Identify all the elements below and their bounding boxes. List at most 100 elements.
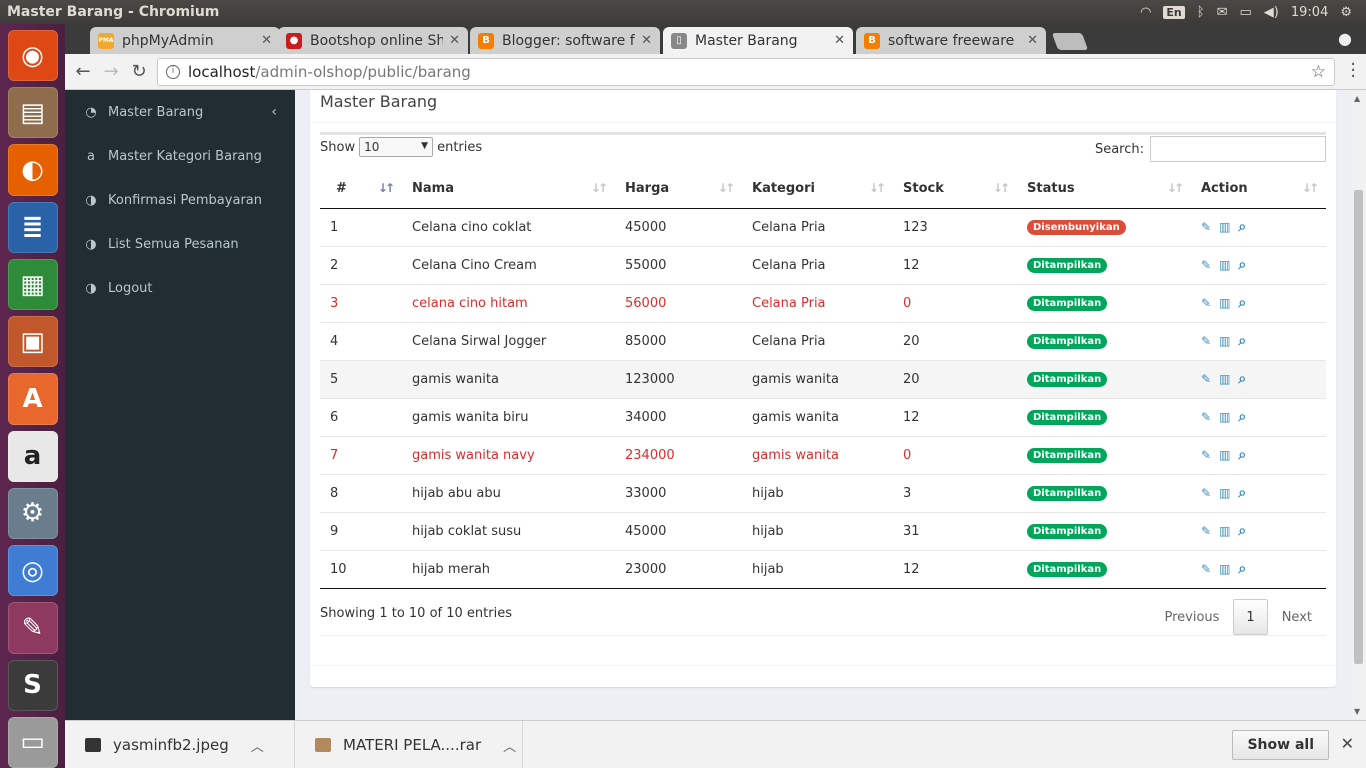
battery-icon[interactable]: ▭ bbox=[1240, 5, 1252, 20]
new-tab-button[interactable] bbox=[1051, 33, 1089, 50]
sidebar-item-konfirmasi[interactable]: ◑ Konfirmasi Pembayaran bbox=[65, 178, 295, 222]
edit-icon[interactable]: ✎ bbox=[1201, 524, 1211, 538]
close-icon[interactable]: ✕ bbox=[261, 33, 272, 48]
column-header[interactable]: Stock ↓↑ bbox=[893, 170, 1017, 209]
sidebar-item-master-barang[interactable]: ◔ Master Barang ‹ bbox=[65, 90, 295, 134]
trash-icon[interactable]: ▥ bbox=[1219, 220, 1230, 234]
edit-icon[interactable]: ✎ bbox=[1201, 486, 1211, 500]
edit-icon[interactable]: ✎ bbox=[1201, 296, 1211, 310]
show-all-downloads-button[interactable]: Show all bbox=[1232, 730, 1329, 760]
trash-icon[interactable]: ▥ bbox=[1219, 524, 1230, 538]
close-icon[interactable]: ✕ bbox=[641, 33, 652, 48]
search-icon[interactable]: ⌕ bbox=[1238, 295, 1246, 311]
entries-length-select[interactable]: 10 ▼ bbox=[359, 137, 434, 157]
scrollbar-thumb[interactable] bbox=[1354, 190, 1363, 664]
trash-icon[interactable]: ▥ bbox=[1219, 486, 1230, 500]
files-icon[interactable]: ▤ bbox=[7, 87, 58, 139]
bluetooth-icon[interactable]: ᛒ bbox=[1197, 5, 1205, 20]
tab-5[interactable]: Bsoftware freeware ✕ bbox=[856, 27, 1046, 54]
edit-icon[interactable]: ✎ bbox=[1201, 258, 1211, 272]
firefox-icon[interactable]: ◐ bbox=[7, 144, 58, 196]
download-item[interactable]: yasminfb2.jpeg ︿ bbox=[65, 721, 295, 768]
bookmark-star-icon[interactable]: ☆ bbox=[1311, 62, 1326, 82]
ubuntu-dash-icon[interactable]: ◉ bbox=[7, 30, 58, 82]
search-icon[interactable]: ⌕ bbox=[1238, 371, 1246, 387]
sidebar-item-list-pesanan[interactable]: ◑ List Semua Pesanan bbox=[65, 222, 295, 266]
amazon-icon[interactable]: a bbox=[7, 430, 58, 482]
close-icon[interactable]: ✕ bbox=[1341, 734, 1354, 753]
impress-icon[interactable]: ▣ bbox=[7, 316, 58, 368]
mail-icon[interactable]: ✉ bbox=[1217, 5, 1228, 20]
edit-icon[interactable]: ✎ bbox=[1201, 220, 1211, 234]
chevron-up-icon[interactable]: ︿ bbox=[503, 736, 516, 755]
edit-icon[interactable]: ✎ bbox=[1201, 334, 1211, 348]
address-bar[interactable]: i localhost/admin-olshop/public/barang ☆ bbox=[157, 58, 1335, 86]
edit-icon[interactable]: ✎ bbox=[1201, 562, 1211, 576]
scroll-down-icon[interactable]: ▼ bbox=[1354, 707, 1360, 716]
search-icon[interactable]: ⌕ bbox=[1238, 523, 1246, 539]
search-icon[interactable]: ⌕ bbox=[1238, 561, 1246, 577]
trash-icon[interactable]: ▥ bbox=[1219, 410, 1230, 424]
writer-icon[interactable]: ≣ bbox=[7, 201, 58, 253]
reload-icon[interactable]: ↻ bbox=[125, 61, 153, 82]
site-info-icon[interactable]: i bbox=[166, 65, 180, 79]
tab-4[interactable]: ▯ Master Barang ✕ bbox=[663, 27, 853, 54]
next-page-button[interactable]: Next bbox=[1268, 599, 1326, 635]
app-icon[interactable]: ✎ bbox=[7, 602, 58, 654]
sidebar-item-logout[interactable]: ◑ Logout bbox=[65, 266, 295, 310]
column-header[interactable]: Status ↓↑ bbox=[1017, 170, 1191, 209]
page-1-button[interactable]: 1 bbox=[1233, 599, 1268, 635]
download-item[interactable]: MATERI PELA....rar ︿ bbox=[295, 721, 523, 768]
calc-icon[interactable]: ▦ bbox=[7, 258, 58, 311]
trash-icon[interactable]: ▥ bbox=[1219, 562, 1230, 576]
volume-icon[interactable]: ◀) bbox=[1264, 5, 1279, 20]
previous-page-button[interactable]: Previous bbox=[1150, 599, 1233, 635]
power-gear-icon[interactable]: ⚙ bbox=[1340, 5, 1352, 20]
clock[interactable]: 19:04 bbox=[1291, 5, 1328, 20]
trash-icon[interactable]: ▥ bbox=[1219, 448, 1230, 462]
close-icon[interactable]: ✕ bbox=[1027, 33, 1038, 48]
search-icon[interactable]: ⌕ bbox=[1238, 447, 1246, 463]
column-header[interactable]: Kategori ↓↑ bbox=[742, 170, 893, 209]
settings-icon[interactable]: ⚙ bbox=[7, 487, 58, 540]
close-icon[interactable]: ✕ bbox=[449, 33, 460, 48]
tab-2[interactable]: ● Bootshop online Sh ✕ bbox=[278, 27, 468, 54]
trash-icon[interactable]: ▥ bbox=[1219, 258, 1230, 272]
browser-menu-icon[interactable]: · · · bbox=[1350, 56, 1356, 86]
page-scrollbar[interactable]: ▲ ▼ bbox=[1351, 90, 1366, 720]
keyboard-layout-indicator[interactable]: En bbox=[1163, 5, 1185, 19]
column-header[interactable]: Nama ↓↑ bbox=[402, 170, 615, 209]
trash-icon[interactable]: ▥ bbox=[1219, 296, 1230, 310]
scroll-up-icon[interactable]: ▲ bbox=[1354, 94, 1360, 103]
page-viewport: ◔ Master Barang ‹ a Master Kategori Barang ◑ K… bbox=[65, 90, 1366, 720]
search-icon[interactable]: ⌕ bbox=[1238, 257, 1246, 273]
tab-1[interactable]: PMA phpMyAdmin ✕ bbox=[90, 27, 280, 54]
profile-icon[interactable]: ● bbox=[1338, 29, 1352, 48]
chromium-icon[interactable]: ◎ bbox=[7, 545, 58, 597]
chevron-up-icon[interactable]: ︿ bbox=[251, 736, 264, 755]
sidebar-item-master-kategori[interactable]: a Master Kategori Barang bbox=[65, 134, 295, 178]
search-icon[interactable]: ⌕ bbox=[1238, 485, 1246, 501]
column-header[interactable]: Harga ↓↑ bbox=[615, 170, 742, 209]
edit-icon[interactable]: ✎ bbox=[1201, 448, 1211, 462]
trash-icon[interactable]: ▥ bbox=[1219, 334, 1230, 348]
wifi-icon[interactable]: ◠ bbox=[1140, 5, 1151, 20]
scanner-icon[interactable]: ▭ bbox=[7, 716, 58, 768]
close-icon[interactable]: ✕ bbox=[834, 33, 845, 48]
edit-icon[interactable]: ✎ bbox=[1201, 410, 1211, 424]
search-icon[interactable]: ⌕ bbox=[1238, 409, 1246, 425]
search-input[interactable] bbox=[1150, 136, 1326, 162]
chevron-left-icon[interactable]: ‹ bbox=[271, 104, 277, 120]
column-header[interactable]: # ↓↑ bbox=[320, 170, 402, 209]
status-badge: Ditampilkan bbox=[1027, 486, 1108, 501]
sublime-icon[interactable]: S bbox=[7, 659, 58, 711]
forward-arrow-icon[interactable]: → bbox=[97, 61, 125, 82]
tab-3[interactable]: B Blogger: software f ✕ bbox=[470, 27, 660, 54]
column-header[interactable]: Action ↓↑ bbox=[1191, 170, 1326, 209]
back-arrow-icon[interactable]: ← bbox=[69, 61, 97, 82]
software-center-icon[interactable]: A bbox=[7, 373, 58, 425]
edit-icon[interactable]: ✎ bbox=[1201, 372, 1211, 386]
search-icon[interactable]: ⌕ bbox=[1238, 333, 1246, 349]
search-icon[interactable]: ⌕ bbox=[1238, 219, 1246, 235]
trash-icon[interactable]: ▥ bbox=[1219, 372, 1230, 386]
